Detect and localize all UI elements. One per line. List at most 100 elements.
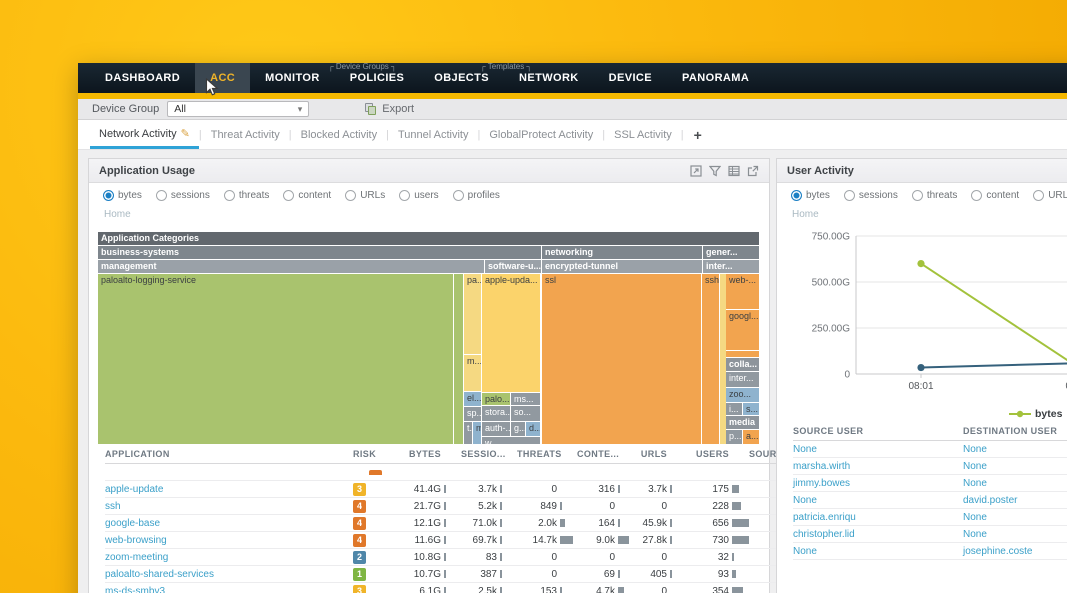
treemap-cell-encrypted-tunnel[interactable]: encrypted-tunnel [542,260,702,273]
column-header-threats[interactable]: THREATS [517,445,577,464]
source-user-link[interactable]: jimmy.bowes [793,478,850,489]
edit-tab-icon[interactable]: ✎ [181,128,190,140]
treemap-cell-m[interactable]: m... [473,422,481,444]
destination-user-link[interactable]: josephine.coste [963,546,1033,557]
column-header-conte[interactable]: CONTE... [577,445,635,464]
radio-threats[interactable]: threats [224,190,270,201]
treemap-cell-inter[interactable]: inter... [726,372,759,387]
treemap-cell-web[interactable]: web-... [726,274,759,309]
radio-urls[interactable]: URLs [1033,190,1067,201]
column-header-urls[interactable]: URLS [635,445,687,464]
tab-network-activity[interactable]: Network Activity✎ [90,120,199,149]
column-header-risk[interactable]: RISK [353,445,387,464]
treemap-cell-ms[interactable]: ms... [511,393,540,405]
column-header-destination-user[interactable]: DESTINATION USER [963,422,1067,441]
destination-user-link[interactable]: None [963,478,987,489]
treemap-cell-gener[interactable]: gener... [703,246,759,259]
application-link[interactable]: zoom-meeting [105,552,168,563]
treemap-cell-p[interactable]: p... [726,430,742,444]
expand-icon[interactable] [690,165,702,177]
radio-content[interactable]: content [283,190,331,201]
export-button[interactable]: Export [365,103,414,115]
treemap-cell-pa[interactable]: pa... [464,274,481,354]
filter-icon[interactable] [709,165,721,177]
chart-legend[interactable]: bytes [1009,408,1062,420]
column-header-sessio[interactable]: SESSIO... [461,445,517,464]
device-group-select[interactable]: All ▾ [167,101,309,117]
treemap-cell-business-systems[interactable]: business-systems [98,246,541,259]
column-header-users[interactable]: USERS [687,445,749,464]
nav-item-dashboard[interactable]: DASHBOARD [90,63,195,93]
treemap-cell-d[interactable]: d... [526,422,540,436]
treemap-cell-inter[interactable]: inter... [703,260,759,273]
nav-item-device[interactable]: DEVICE [594,63,667,93]
source-user-link[interactable]: None [793,495,817,506]
treemap-cell-media[interactable]: media [726,416,759,429]
treemap-cell-stora[interactable]: stora... [482,406,510,421]
add-tab-button[interactable]: + [684,127,712,143]
application-link[interactable]: google-base [105,518,160,529]
treemap-cell-g[interactable]: g... [511,422,525,436]
radio-profiles[interactable]: profiles [453,190,500,201]
treemap-cell-application-categories[interactable]: Application Categories [98,232,759,245]
table-view-icon[interactable] [728,165,740,177]
treemap-cell-auth[interactable]: auth-... [482,422,510,436]
application-link[interactable]: web-browsing [105,535,167,546]
tab-ssl-activity[interactable]: SSL Activity [605,122,681,147]
tab-tunnel-activity[interactable]: Tunnel Activity [389,122,478,147]
radio-threats[interactable]: threats [912,190,958,201]
treemap-cell-zoo[interactable]: zoo... [726,388,759,402]
application-link[interactable]: ms-ds-smbv3 [105,586,165,593]
treemap-cell-ssh[interactable]: ssh [702,274,719,444]
destination-user-link[interactable]: None [963,461,987,472]
tab-blocked-activity[interactable]: Blocked Activity [292,122,386,147]
nav-item-monitor[interactable]: MONITOR [250,63,335,93]
treemap-cell-so[interactable]: so... [511,406,540,421]
nav-item-panorama[interactable]: PANORAMA [667,63,764,93]
radio-bytes[interactable]: bytes [791,190,830,201]
treemap-cell-el[interactable]: el... [464,392,481,406]
application-link[interactable]: ssh [105,501,121,512]
radio-sessions[interactable]: sessions [156,190,210,201]
treemap-cell-colla[interactable]: colla... [726,358,759,371]
column-header-application[interactable]: APPLICATION [105,445,353,464]
destination-user-link[interactable]: None [963,512,987,523]
radio-sessions[interactable]: sessions [844,190,898,201]
treemap-cell-sp[interactable]: sp... [464,407,481,421]
treemap-cell-software-u[interactable]: software-u... [485,260,541,273]
radio-bytes[interactable]: bytes [103,190,142,201]
treemap-cell-t[interactable]: t... [464,422,472,444]
tab-globalprotect-activity[interactable]: GlobalProtect Activity [480,122,602,147]
treemap-cell-networking[interactable]: networking [542,246,702,259]
application-link[interactable]: paloalto-shared-services [105,569,214,580]
treemap-cell-a[interactable]: a... [743,430,759,444]
radio-users[interactable]: users [399,190,438,201]
application-link[interactable]: apple-update [105,484,163,495]
radio-urls[interactable]: URLs [345,190,385,201]
treemap-cell-s[interactable]: s... [743,403,759,415]
treemap-cell-apple-upda[interactable]: apple-upda... [482,274,540,392]
source-user-link[interactable]: None [793,444,817,455]
source-user-link[interactable]: christopher.lid [793,529,855,540]
destination-user-link[interactable]: None [963,444,987,455]
treemap-cell-w[interactable]: w... [482,437,540,444]
jump-to-logs-icon[interactable] [747,165,759,177]
source-user-link[interactable]: None [793,546,817,557]
source-user-link[interactable]: patricia.enriqu [793,512,856,523]
treemap-cell-m[interactable]: m... [464,355,481,391]
treemap-cell-googl[interactable]: googl... [726,310,759,350]
column-header-bytes[interactable]: BYTES [387,445,461,464]
tab-threat-activity[interactable]: Threat Activity [202,122,289,147]
treemap-cell-paloalto-logging-service[interactable]: paloalto-logging-service [98,274,453,444]
source-user-link[interactable]: marsha.wirth [793,461,850,472]
radio-content[interactable]: content [971,190,1019,201]
treemap-cell-management[interactable]: management [98,260,484,273]
breadcrumb[interactable]: Home [777,206,1067,224]
breadcrumb[interactable]: Home [89,206,769,224]
column-header-source-user[interactable]: SOURCE USER [793,422,963,441]
nav-item-acc[interactable]: ACC [195,63,250,93]
treemap-cell-palo[interactable]: palo... [482,393,510,405]
destination-user-link[interactable]: None [963,529,987,540]
treemap-cell-i[interactable]: i... [726,403,742,415]
treemap-cell-ssl[interactable]: ssl [542,274,701,444]
